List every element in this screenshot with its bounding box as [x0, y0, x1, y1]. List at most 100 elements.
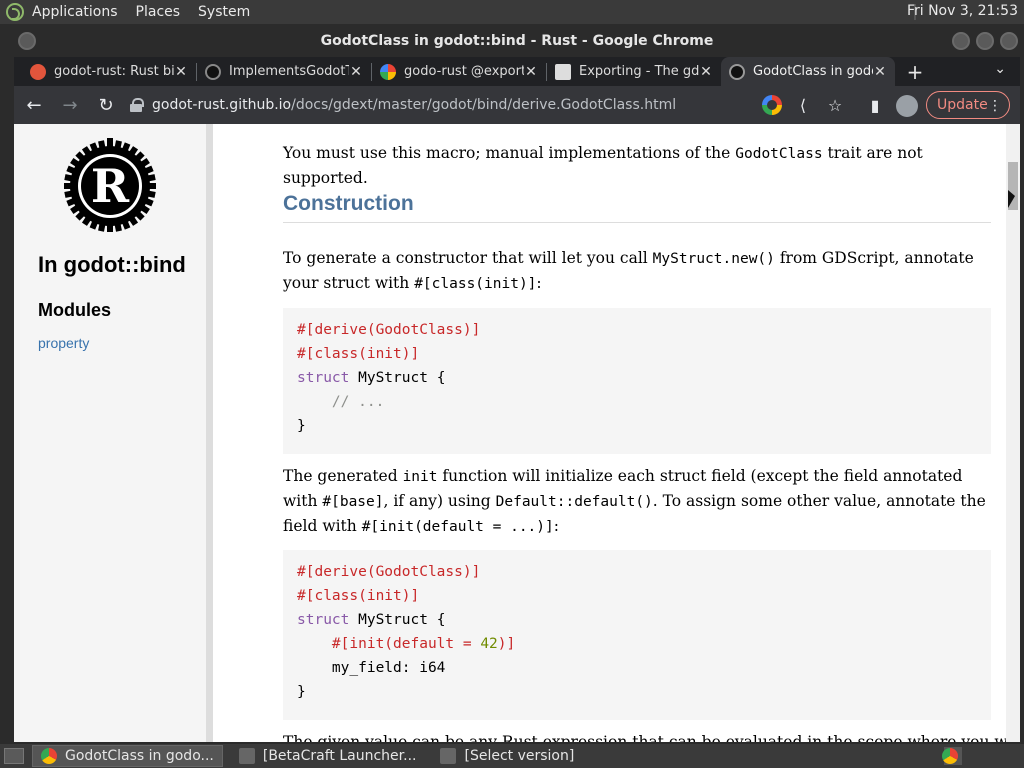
bookmark-star-icon[interactable]: ☆ [825, 95, 845, 115]
code-line: #[derive(GodotClass)] [297, 564, 481, 580]
close-window-button[interactable] [1000, 32, 1018, 50]
code-number: 42 [480, 636, 498, 652]
module-link-property[interactable]: property [38, 335, 89, 351]
para-text: The generated [283, 467, 403, 485]
kebab-menu-icon[interactable]: ⋮ [988, 98, 1002, 114]
menu-places[interactable]: Places [136, 4, 181, 20]
close-tab-icon[interactable]: ✕ [699, 64, 713, 80]
tab-godot-rust[interactable]: godot-rust: Rust bi ✕ [22, 57, 196, 86]
code-line: MyStruct { [349, 370, 446, 386]
mouse-pointer-icon [1008, 190, 1015, 208]
rust-icon [729, 63, 745, 80]
github-icon [205, 63, 221, 80]
inline-code: #[class(init)] [414, 276, 537, 292]
code-line: #[class(init)] [297, 346, 420, 362]
google-lens-icon[interactable] [762, 95, 782, 115]
para-text: : [553, 517, 559, 535]
taskbar-label: [Select version] [464, 748, 575, 764]
clock[interactable]: Fri Nov 3, 21:53 [907, 3, 1018, 19]
book-icon [555, 63, 571, 80]
tab-implements-godot[interactable]: ImplementsGodotT ✕ [197, 57, 371, 86]
code-attr: #[init(default = [331, 636, 481, 652]
java-app-icon [440, 748, 457, 764]
show-desktop-icon[interactable] [4, 748, 24, 764]
url-host: godot-rust.github.io [152, 97, 292, 113]
browser-toolbar: ← → ↻ godot-rust.github.io/docs/gdext/ma… [14, 86, 1020, 124]
distro-logo-icon[interactable] [6, 3, 24, 21]
code-line: MyStruct { [349, 612, 446, 628]
update-button[interactable]: Update ⋮ [926, 91, 1010, 119]
java-app-icon [238, 748, 255, 764]
inline-code: Default::default() [495, 494, 653, 510]
page-scrollbar[interactable] [1006, 124, 1020, 742]
close-tab-icon[interactable]: ✕ [524, 64, 538, 80]
code-line: } [297, 684, 306, 700]
construction-paragraph: To generate a constructor that will let … [283, 246, 991, 296]
code-keyword: struct [297, 370, 350, 386]
code-block-default-field[interactable]: #[derive(GodotClass)] #[class(init)] str… [283, 550, 991, 720]
profile-avatar[interactable] [896, 95, 918, 117]
init-paragraph: The generated init function will initial… [283, 464, 991, 539]
tab-godotclass[interactable]: GodotClass in godo ✕ [721, 57, 895, 86]
inline-code: MyStruct.new() [652, 251, 775, 267]
menu-system[interactable]: System [198, 4, 250, 20]
close-tab-icon[interactable]: ✕ [349, 64, 363, 80]
inline-code: init [402, 469, 438, 485]
code-line: #[class(init)] [297, 588, 420, 604]
tab-strip: godot-rust: Rust bi ✕ ImplementsGodotT ✕… [14, 57, 1020, 86]
tab-exporting[interactable]: Exporting - The gdn ✕ [547, 57, 721, 86]
intro-paragraph: You must use this macro; manual implemen… [283, 141, 991, 190]
window-title: GodotClass in godot::bind - Rust - Googl… [320, 32, 714, 49]
tab-label: GodotClass in godo [753, 64, 873, 79]
window-menu-icon[interactable] [18, 32, 36, 50]
inline-code: #[init(default = ...)] [361, 519, 554, 535]
back-arrow-icon[interactable]: ← [18, 89, 50, 121]
crate-title: In godot::bind [38, 252, 186, 277]
section-heading-construction[interactable]: Construction [283, 192, 991, 223]
reload-icon[interactable]: ↻ [90, 89, 122, 121]
menu-applications[interactable]: Applications [32, 4, 118, 20]
taskbar-item-chrome[interactable]: GodotClass in godo... [32, 745, 223, 767]
para-text: : [536, 274, 542, 292]
tray-chrome-icon[interactable] [942, 748, 958, 764]
code-block-basic[interactable]: #[derive(GodotClass)] #[class(init)] str… [283, 308, 991, 454]
expression-paragraph-partial: The given value can be any Rust expressi… [283, 733, 1020, 742]
url-path: /docs/gdext/master/godot/bind/derive.God… [291, 97, 677, 113]
inline-code: GodotClass [735, 146, 823, 162]
google-icon [380, 63, 396, 80]
tab-search-chevron-icon[interactable]: ⌄ [994, 61, 1006, 77]
code-comment: // ... [331, 394, 385, 410]
close-tab-icon[interactable]: ✕ [873, 64, 887, 80]
minimize-button[interactable] [952, 32, 970, 50]
share-icon[interactable]: ⟨ [793, 95, 813, 115]
tab-label: godot-rust: Rust bi [54, 64, 174, 79]
window-titlebar[interactable]: GodotClass in godot::bind - Rust - Googl… [14, 24, 1020, 57]
taskbar-item-betacraft[interactable]: [BetaCraft Launcher... [231, 745, 425, 767]
tab-label: godo-rust @export [404, 64, 524, 79]
taskbar-item-select-version[interactable]: [Select version] [432, 745, 582, 767]
tab-label: Exporting - The gdn [579, 64, 699, 79]
new-tab-plus-icon[interactable]: + [901, 58, 929, 86]
sidebar-divider[interactable] [206, 124, 213, 742]
close-tab-icon[interactable]: ✕ [174, 64, 188, 80]
tab-label: ImplementsGodotT [229, 64, 349, 79]
lock-icon[interactable] [130, 98, 144, 112]
taskbar-label: GodotClass in godo... [65, 748, 214, 764]
modules-heading: Modules [38, 300, 112, 320]
svg-text:R: R [91, 159, 130, 213]
rust-logo-icon[interactable]: R [60, 136, 160, 236]
forward-arrow-icon[interactable]: → [54, 89, 86, 121]
taskbar-label: [BetaCraft Launcher... [262, 748, 417, 764]
code-line: } [297, 418, 306, 434]
code-line: #[derive(GodotClass)] [297, 322, 481, 338]
para-text: To generate a constructor that will let … [283, 249, 653, 267]
page-content: R In godot::bind Modules property You mu… [14, 124, 1020, 742]
update-label: Update [937, 97, 988, 113]
doc-sidebar: R In godot::bind Modules property [14, 124, 206, 742]
inline-code: #[base] [322, 494, 384, 510]
owl-icon [30, 63, 46, 80]
side-panel-icon[interactable]: ▮ [865, 95, 885, 115]
tab-google-search[interactable]: godo-rust @export ✕ [372, 57, 546, 86]
address-bar[interactable]: godot-rust.github.io/docs/gdext/master/g… [126, 91, 766, 119]
maximize-button[interactable] [976, 32, 994, 50]
